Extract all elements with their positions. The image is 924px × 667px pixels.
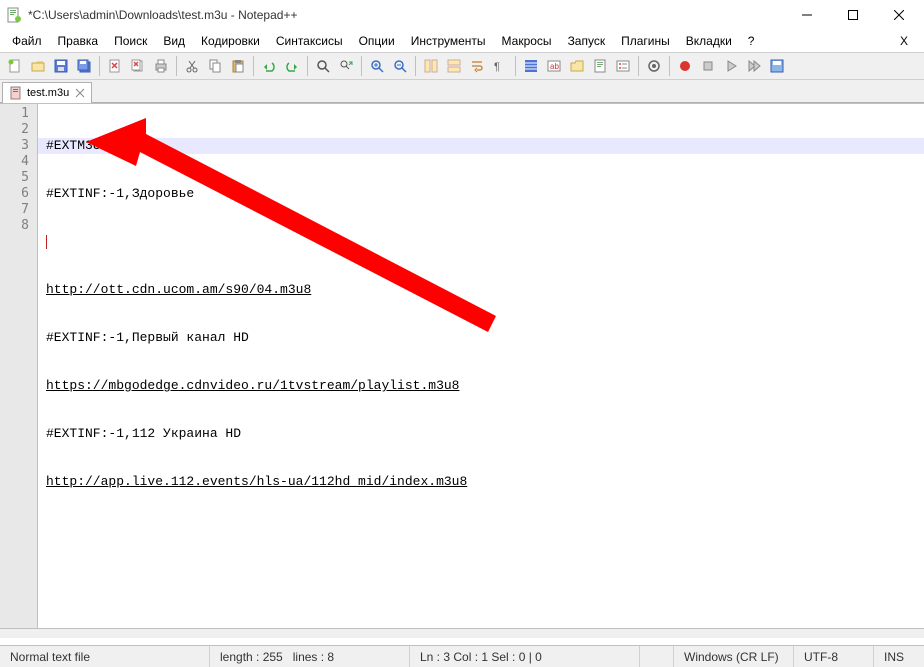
code-line: #EXTM3U <box>46 138 924 154</box>
bottom-gap <box>0 628 924 638</box>
code-line: https://mbgodedge.cdnvideo.ru/1tvstream/… <box>46 378 924 394</box>
url-link[interactable]: https://mbgodedge.cdnvideo.ru/1tvstream/… <box>46 378 459 393</box>
status-position: Ln : 3 Col : 1 Sel : 0 | 0 <box>410 646 640 667</box>
line-number: 2 <box>0 122 29 138</box>
paste-icon[interactable] <box>227 55 249 77</box>
code-line <box>46 234 924 250</box>
save-macro-icon[interactable] <box>766 55 788 77</box>
menu-bar: Файл Правка Поиск Вид Кодировки Синтакси… <box>0 30 924 52</box>
title-bar: *C:\Users\admin\Downloads\test.m3u - Not… <box>0 0 924 30</box>
status-filetype: Normal text file <box>0 646 210 667</box>
code-line: #EXTINF:-1,Здоровье <box>46 186 924 202</box>
zoom-out-icon[interactable] <box>389 55 411 77</box>
url-link[interactable]: http://ott.cdn.ucom.am/s90/04.m3u8 <box>46 282 311 297</box>
status-length-lines: length : 255 lines : 8 <box>210 646 410 667</box>
menu-view[interactable]: Вид <box>155 32 193 50</box>
doc-map-icon[interactable] <box>589 55 611 77</box>
menu-macro[interactable]: Макросы <box>494 32 560 50</box>
toolbar: ¶ ab <box>0 52 924 80</box>
lang-icon[interactable]: ab <box>543 55 565 77</box>
tab-bar: test.m3u <box>0 80 924 103</box>
line-number: 5 <box>0 170 29 186</box>
menu-plugins[interactable]: Плагины <box>613 32 678 50</box>
line-number: 6 <box>0 186 29 202</box>
menu-edit[interactable]: Правка <box>50 32 107 50</box>
sync-v-icon[interactable] <box>420 55 442 77</box>
file-tab-label: test.m3u <box>27 87 69 99</box>
status-spacer <box>640 646 674 667</box>
monitor-icon[interactable] <box>643 55 665 77</box>
close-button[interactable] <box>876 0 922 30</box>
all-chars-icon[interactable]: ¶ <box>489 55 511 77</box>
close-all-icon[interactable] <box>127 55 149 77</box>
code-line: http://ott.cdn.ucom.am/s90/04.m3u8 <box>46 282 924 298</box>
new-file-icon[interactable] <box>4 55 26 77</box>
record-macro-icon[interactable] <box>674 55 696 77</box>
save-all-icon[interactable] <box>73 55 95 77</box>
line-number: 8 <box>0 218 29 234</box>
wrap-icon[interactable] <box>466 55 488 77</box>
menu-tools[interactable]: Инструменты <box>403 32 494 50</box>
file-tab-icon <box>9 86 23 100</box>
line-number-gutter: 1 2 3 4 5 6 7 8 <box>0 104 38 628</box>
menu-file[interactable]: Файл <box>4 32 50 50</box>
status-bar: Normal text file length : 255 lines : 8 … <box>0 645 924 667</box>
url-link[interactable]: http://app.live.112.events/hls-ua/112hd_… <box>46 474 467 489</box>
copy-icon[interactable] <box>204 55 226 77</box>
line-number: 4 <box>0 154 29 170</box>
menu-settings[interactable]: Опции <box>351 32 403 50</box>
menu-help[interactable]: ? <box>740 32 763 50</box>
menu-language[interactable]: Синтаксисы <box>268 32 351 50</box>
replace-icon[interactable] <box>335 55 357 77</box>
menu-search[interactable]: Поиск <box>106 32 155 50</box>
menu-encoding[interactable]: Кодировки <box>193 32 268 50</box>
code-line: #EXTINF:-1,112 Украина HD <box>46 426 924 442</box>
menubar-close-x[interactable]: X <box>888 34 920 48</box>
play-macro-icon[interactable] <box>720 55 742 77</box>
tab-close-icon[interactable] <box>75 88 85 98</box>
text-caret <box>46 235 47 249</box>
line-number: 7 <box>0 202 29 218</box>
redo-icon[interactable] <box>281 55 303 77</box>
status-eol[interactable]: Windows (CR LF) <box>674 646 794 667</box>
func-list-icon[interactable] <box>612 55 634 77</box>
indent-guide-icon[interactable] <box>520 55 542 77</box>
maximize-button[interactable] <box>830 0 876 30</box>
menu-run[interactable]: Запуск <box>560 32 614 50</box>
save-icon[interactable] <box>50 55 72 77</box>
zoom-in-icon[interactable] <box>366 55 388 77</box>
line-number: 3 <box>0 138 29 154</box>
sync-h-icon[interactable] <box>443 55 465 77</box>
status-encoding[interactable]: UTF-8 <box>794 646 874 667</box>
status-insert-mode[interactable]: INS <box>874 646 924 667</box>
line-number: 1 <box>0 106 29 122</box>
folder-icon[interactable] <box>566 55 588 77</box>
editor-area[interactable]: 1 2 3 4 5 6 7 8 #EXTM3U #EXTINF:-1,Здоро… <box>0 103 924 628</box>
svg-text:¶: ¶ <box>494 61 500 73</box>
find-icon[interactable] <box>312 55 334 77</box>
print-icon[interactable] <box>150 55 172 77</box>
close-file-icon[interactable] <box>104 55 126 77</box>
open-file-icon[interactable] <box>27 55 49 77</box>
code-line: #EXTINF:-1,Первый канал HD <box>46 330 924 346</box>
menu-window[interactable]: Вкладки <box>678 32 740 50</box>
app-icon <box>6 7 22 23</box>
window-title: *C:\Users\admin\Downloads\test.m3u - Not… <box>28 8 784 22</box>
play-multi-icon[interactable] <box>743 55 765 77</box>
undo-icon[interactable] <box>258 55 280 77</box>
code-line: http://app.live.112.events/hls-ua/112hd_… <box>46 474 924 490</box>
svg-text:ab: ab <box>550 62 559 71</box>
file-tab[interactable]: test.m3u <box>2 82 92 103</box>
cut-icon[interactable] <box>181 55 203 77</box>
code-content[interactable]: #EXTM3U #EXTINF:-1,Здоровье http://ott.c… <box>38 104 924 522</box>
stop-macro-icon[interactable] <box>697 55 719 77</box>
minimize-button[interactable] <box>784 0 830 30</box>
